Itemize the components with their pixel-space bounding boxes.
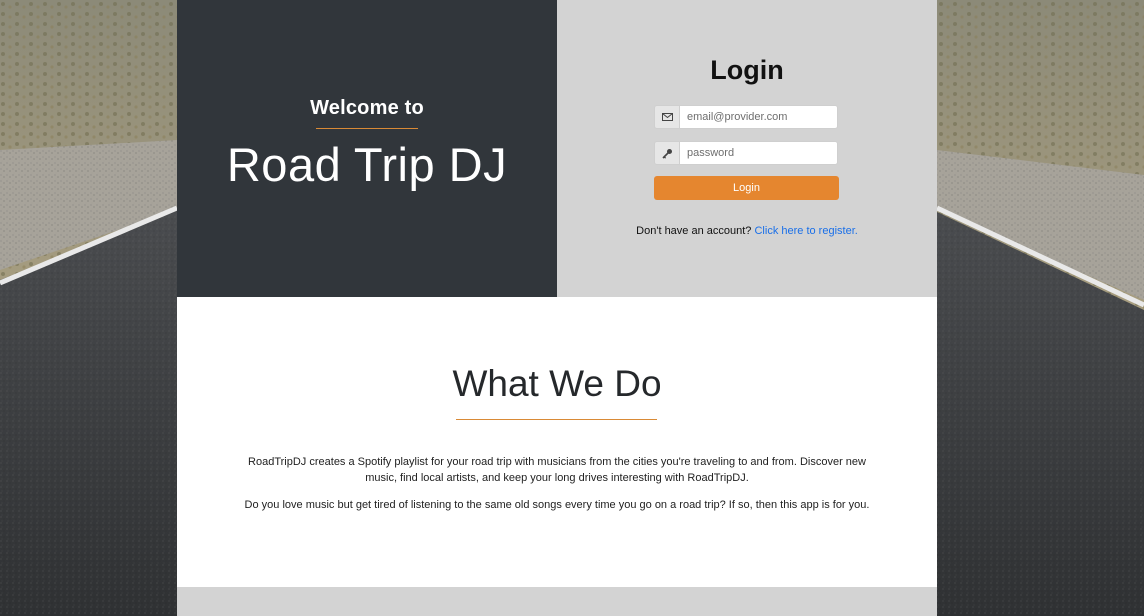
password-field-group: [654, 141, 838, 165]
email-input[interactable]: [679, 105, 838, 129]
email-field-group: [654, 105, 838, 129]
section-divider: [456, 419, 657, 420]
section-title: What We Do: [452, 363, 662, 404]
about-paragraph-1: RoadTripDJ creates a Spotify playlist fo…: [248, 456, 866, 484]
about-paragraph-2: Do you love music but get tired of liste…: [244, 499, 870, 511]
welcome-divider: [316, 128, 418, 129]
main-container: Welcome to Road Trip DJ Login email@prov…: [177, 0, 937, 616]
footer-section: [177, 587, 937, 616]
login-panel: Login email@provider.com Login Don't hav…: [557, 0, 937, 297]
envelope-icon: [654, 105, 679, 129]
login-title: Login: [710, 55, 784, 85]
register-link[interactable]: Click here to register.: [754, 225, 857, 237]
page: Welcome to Road Trip DJ Login email@prov…: [0, 0, 1144, 616]
password-input[interactable]: [679, 141, 838, 165]
brand-title: Road Trip DJ: [226, 138, 508, 191]
what-we-do-section: What We Do RoadTripDJ creates a Spotify …: [177, 297, 937, 587]
register-prompt-text: Don't have an account?: [636, 225, 752, 237]
welcome-panel: Welcome to Road Trip DJ: [177, 0, 557, 297]
key-icon: [654, 141, 679, 165]
register-prompt: Don't have an account? Click here to reg…: [557, 225, 937, 237]
login-button[interactable]: Login: [654, 176, 839, 200]
welcome-text: Welcome to: [310, 97, 424, 119]
hero-section: Welcome to Road Trip DJ Login email@prov…: [177, 0, 937, 297]
